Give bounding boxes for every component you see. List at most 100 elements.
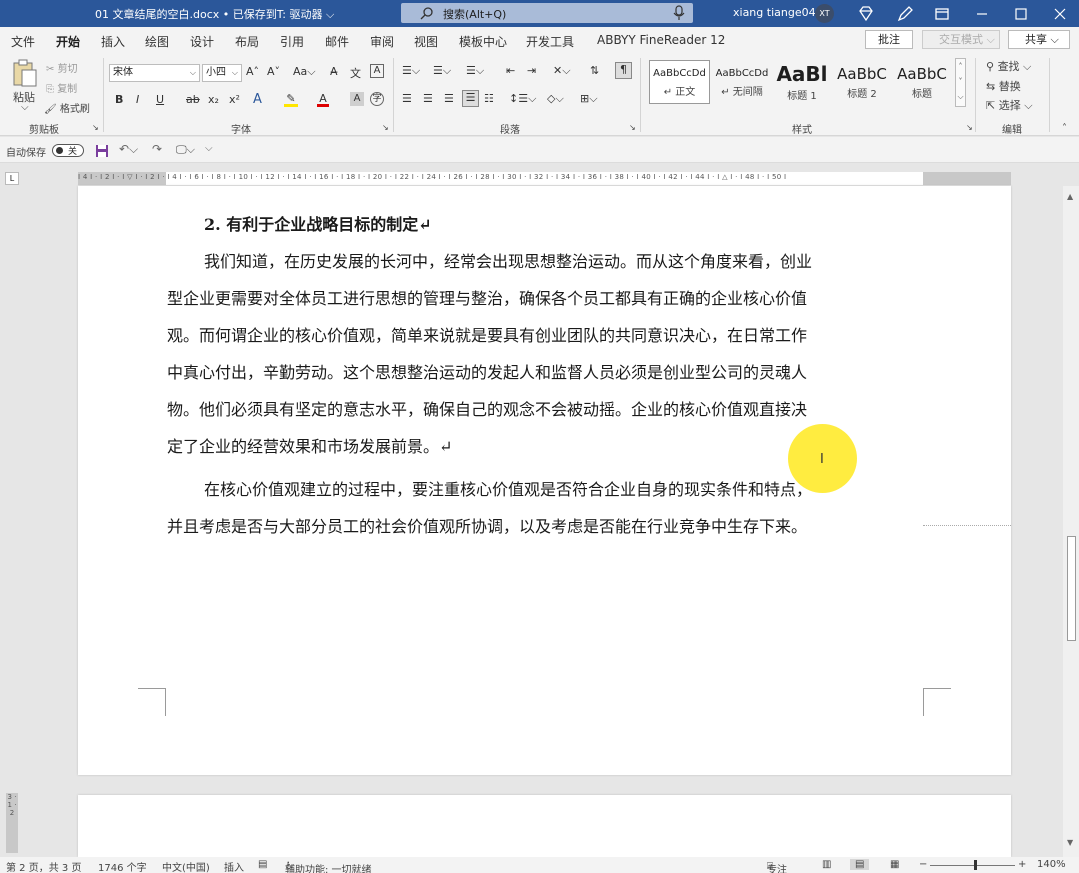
share-button[interactable]: 共享 ⌵ bbox=[1008, 30, 1070, 49]
shrink-font-icon[interactable]: A˅ bbox=[267, 65, 280, 78]
font-launcher-icon[interactable]: ↘ bbox=[382, 123, 389, 132]
redo-icon[interactable]: ↷ bbox=[152, 142, 162, 156]
tab-developer[interactable]: 开发工具 bbox=[526, 33, 574, 50]
language[interactable]: 中文(中国) bbox=[162, 859, 210, 873]
clear-format-icon[interactable]: A̶ bbox=[330, 65, 338, 78]
bullets-icon[interactable]: ☰⌵ bbox=[402, 64, 420, 78]
bold-button[interactable]: B bbox=[115, 93, 123, 106]
pinyin-guide-icon[interactable]: 文 bbox=[350, 65, 361, 81]
replace-button[interactable]: ⇆ 替换 bbox=[986, 78, 1021, 94]
style-normal[interactable]: AaBbCcDd ↵ 正文 bbox=[649, 60, 710, 104]
tab-view[interactable]: 视图 bbox=[414, 33, 438, 50]
print-layout-icon[interactable]: ▤ bbox=[850, 859, 870, 870]
save-icon[interactable] bbox=[95, 144, 109, 158]
user-name[interactable]: xiang tiange04 bbox=[733, 6, 816, 19]
search-box[interactable]: 搜索(Alt+Q) bbox=[401, 3, 693, 23]
macro-icon[interactable]: ▤ bbox=[258, 859, 267, 870]
show-marks-icon[interactable]: ¶ bbox=[615, 62, 632, 79]
read-mode-icon[interactable]: ▥ bbox=[822, 859, 831, 870]
tab-references[interactable]: 引用 bbox=[280, 33, 304, 50]
insert-mode[interactable]: 插入 bbox=[224, 859, 244, 873]
collapse-ribbon-icon[interactable]: ˄ bbox=[1062, 123, 1067, 134]
interaction-mode-button[interactable]: 交互模式 ⌵ bbox=[922, 30, 1000, 49]
copy-button[interactable]: ⎘ 复制 bbox=[46, 80, 77, 95]
decrease-indent-icon[interactable]: ⇤ bbox=[506, 64, 515, 77]
autosave-toggle[interactable]: 关 bbox=[52, 144, 84, 157]
highlight-icon[interactable]: ✎ bbox=[284, 92, 298, 107]
page-count[interactable]: 第 2 页，共 3 页 bbox=[6, 859, 81, 873]
find-button[interactable]: ⚲ 查找 ⌵ bbox=[986, 58, 1031, 74]
align-right-icon[interactable]: ☰ bbox=[444, 92, 454, 105]
tab-draw[interactable]: 绘图 bbox=[145, 33, 169, 50]
avatar[interactable]: XT bbox=[815, 4, 834, 23]
styles-launcher-icon[interactable]: ↘ bbox=[966, 123, 973, 132]
char-border-icon[interactable]: A bbox=[370, 64, 384, 78]
font-color-icon[interactable]: A bbox=[317, 92, 329, 107]
scroll-down-icon[interactable]: ▼ bbox=[1067, 838, 1073, 847]
vertical-scrollbar[interactable]: ▲ ▼ bbox=[1063, 186, 1079, 857]
align-left-icon[interactable]: ☰ bbox=[402, 92, 412, 105]
increase-indent-icon[interactable]: ⇥ bbox=[527, 64, 536, 77]
paragraph-line[interactable]: 物。他们必须具有坚定的意志水平，确保自己的观念不会被动摇。企业的核心价值观直接决 bbox=[167, 396, 807, 420]
tab-mailings[interactable]: 邮件 bbox=[325, 33, 349, 50]
styles-gallery-scroll[interactable]: ˄ ˅ ⌵ bbox=[955, 58, 966, 107]
change-case-icon[interactable]: Aa⌵ bbox=[293, 65, 316, 79]
paragraph-line[interactable]: 中真心付出，辛勤劳动。这个思想整治运动的发起人和监督人员必须是创业型公司的灵魂人 bbox=[167, 359, 807, 383]
microphone-icon[interactable] bbox=[673, 5, 685, 21]
tab-selector[interactable]: L bbox=[5, 172, 19, 185]
grow-font-icon[interactable]: A˄ bbox=[246, 65, 259, 78]
scroll-up-icon[interactable]: ▲ bbox=[1067, 192, 1073, 201]
borders-icon[interactable]: ⊞⌵ bbox=[580, 92, 598, 106]
zoom-in-icon[interactable]: + bbox=[1018, 859, 1026, 870]
paragraph-line[interactable]: 型企业更需要对全体员工进行思想的管理与整治，确保各个员工都具有正确的企业核心价值 bbox=[167, 285, 807, 309]
line-spacing-icon[interactable]: ↕☰⌵ bbox=[509, 92, 536, 106]
diamond-icon[interactable] bbox=[856, 4, 876, 24]
char-shading-icon[interactable]: A bbox=[350, 92, 364, 106]
distributed-icon[interactable]: ☷ bbox=[484, 92, 494, 105]
pen-icon[interactable] bbox=[895, 4, 915, 24]
numbering-icon[interactable]: ☰⌵ bbox=[433, 64, 451, 78]
superscript-button[interactable]: x² bbox=[229, 93, 240, 106]
comment-button[interactable]: 批注 bbox=[865, 30, 913, 49]
paste-icon[interactable] bbox=[11, 58, 39, 88]
style-no-spacing[interactable]: AaBbCcDd ↵ 无间隔 bbox=[713, 60, 771, 104]
tab-home[interactable]: 开始 bbox=[56, 33, 81, 55]
scrollbar-thumb[interactable] bbox=[1067, 536, 1076, 641]
zoom-out-icon[interactable]: − bbox=[919, 859, 927, 870]
paste-dropdown-icon[interactable]: ⌵ bbox=[21, 102, 29, 113]
zoom-level[interactable]: 140% bbox=[1037, 859, 1066, 870]
paragraph-launcher-icon[interactable]: ↘ bbox=[629, 123, 636, 132]
text-effects-icon[interactable]: A bbox=[253, 92, 262, 107]
tab-review[interactable]: 审阅 bbox=[370, 33, 394, 50]
tab-template-center[interactable]: 模板中心 bbox=[459, 33, 507, 50]
tab-file[interactable]: 文件 bbox=[11, 33, 35, 50]
undo-icon[interactable]: ↶⌵ bbox=[119, 142, 138, 157]
underline-button[interactable]: U bbox=[156, 93, 164, 106]
sort-icon[interactable]: ⇅ bbox=[590, 64, 599, 77]
style-heading-2[interactable]: AaBbC 标题 2 bbox=[834, 60, 890, 104]
tab-insert[interactable]: 插入 bbox=[101, 33, 125, 50]
ribbon-display-icon[interactable] bbox=[932, 4, 952, 24]
font-name-select[interactable]: 宋体 ⌵ bbox=[109, 64, 200, 82]
justify-icon[interactable]: ☰ bbox=[462, 90, 479, 107]
vertical-ruler[interactable]: 3 · 1 · 2 bbox=[6, 793, 18, 853]
word-count[interactable]: 1746 个字 bbox=[98, 859, 147, 873]
asian-layout-icon[interactable]: ✕⌵ bbox=[553, 64, 571, 78]
document-page[interactable]: ………… 2. 有利于企业战略目标的制定↵ 我们知道，在历史发展的长河中，经常会… bbox=[78, 176, 1011, 775]
select-button[interactable]: ⇱ 选择 ⌵ bbox=[986, 97, 1033, 113]
document-page-2[interactable] bbox=[78, 795, 1011, 857]
tab-layout[interactable]: 布局 bbox=[235, 33, 259, 50]
strikethrough-button[interactable]: ab bbox=[186, 93, 200, 106]
font-size-select[interactable]: 小四 ⌵ bbox=[202, 64, 242, 82]
paragraph-line[interactable]: 并且考虑是否与大部分员工的社会价值观所协调，以及考虑是否能在行业竞争中生存下来。 bbox=[167, 513, 807, 537]
italic-button[interactable]: I bbox=[136, 93, 139, 106]
paragraph-line[interactable]: 我们知道，在历史发展的长河中，经常会出现思想整治运动。而从这个角度来看，创业 bbox=[204, 248, 812, 272]
clipboard-launcher-icon[interactable]: ↘ bbox=[92, 123, 99, 132]
tab-design[interactable]: 设计 bbox=[190, 33, 214, 50]
style-title[interactable]: AaBbC 标题 bbox=[894, 60, 950, 104]
align-center-icon[interactable]: ☰ bbox=[423, 92, 433, 105]
paragraph-line[interactable]: 定了企业的经营效果和市场发展前景。↵ bbox=[167, 433, 452, 457]
multilevel-list-icon[interactable]: ☰⌵ bbox=[466, 64, 484, 78]
paragraph-line[interactable]: 观。而何谓企业的核心价值观，简单来说就是要具有创业团队的共同意识决心，在日常工作 bbox=[167, 322, 807, 346]
print-preview-icon[interactable]: 🖵⌵ bbox=[176, 143, 195, 157]
